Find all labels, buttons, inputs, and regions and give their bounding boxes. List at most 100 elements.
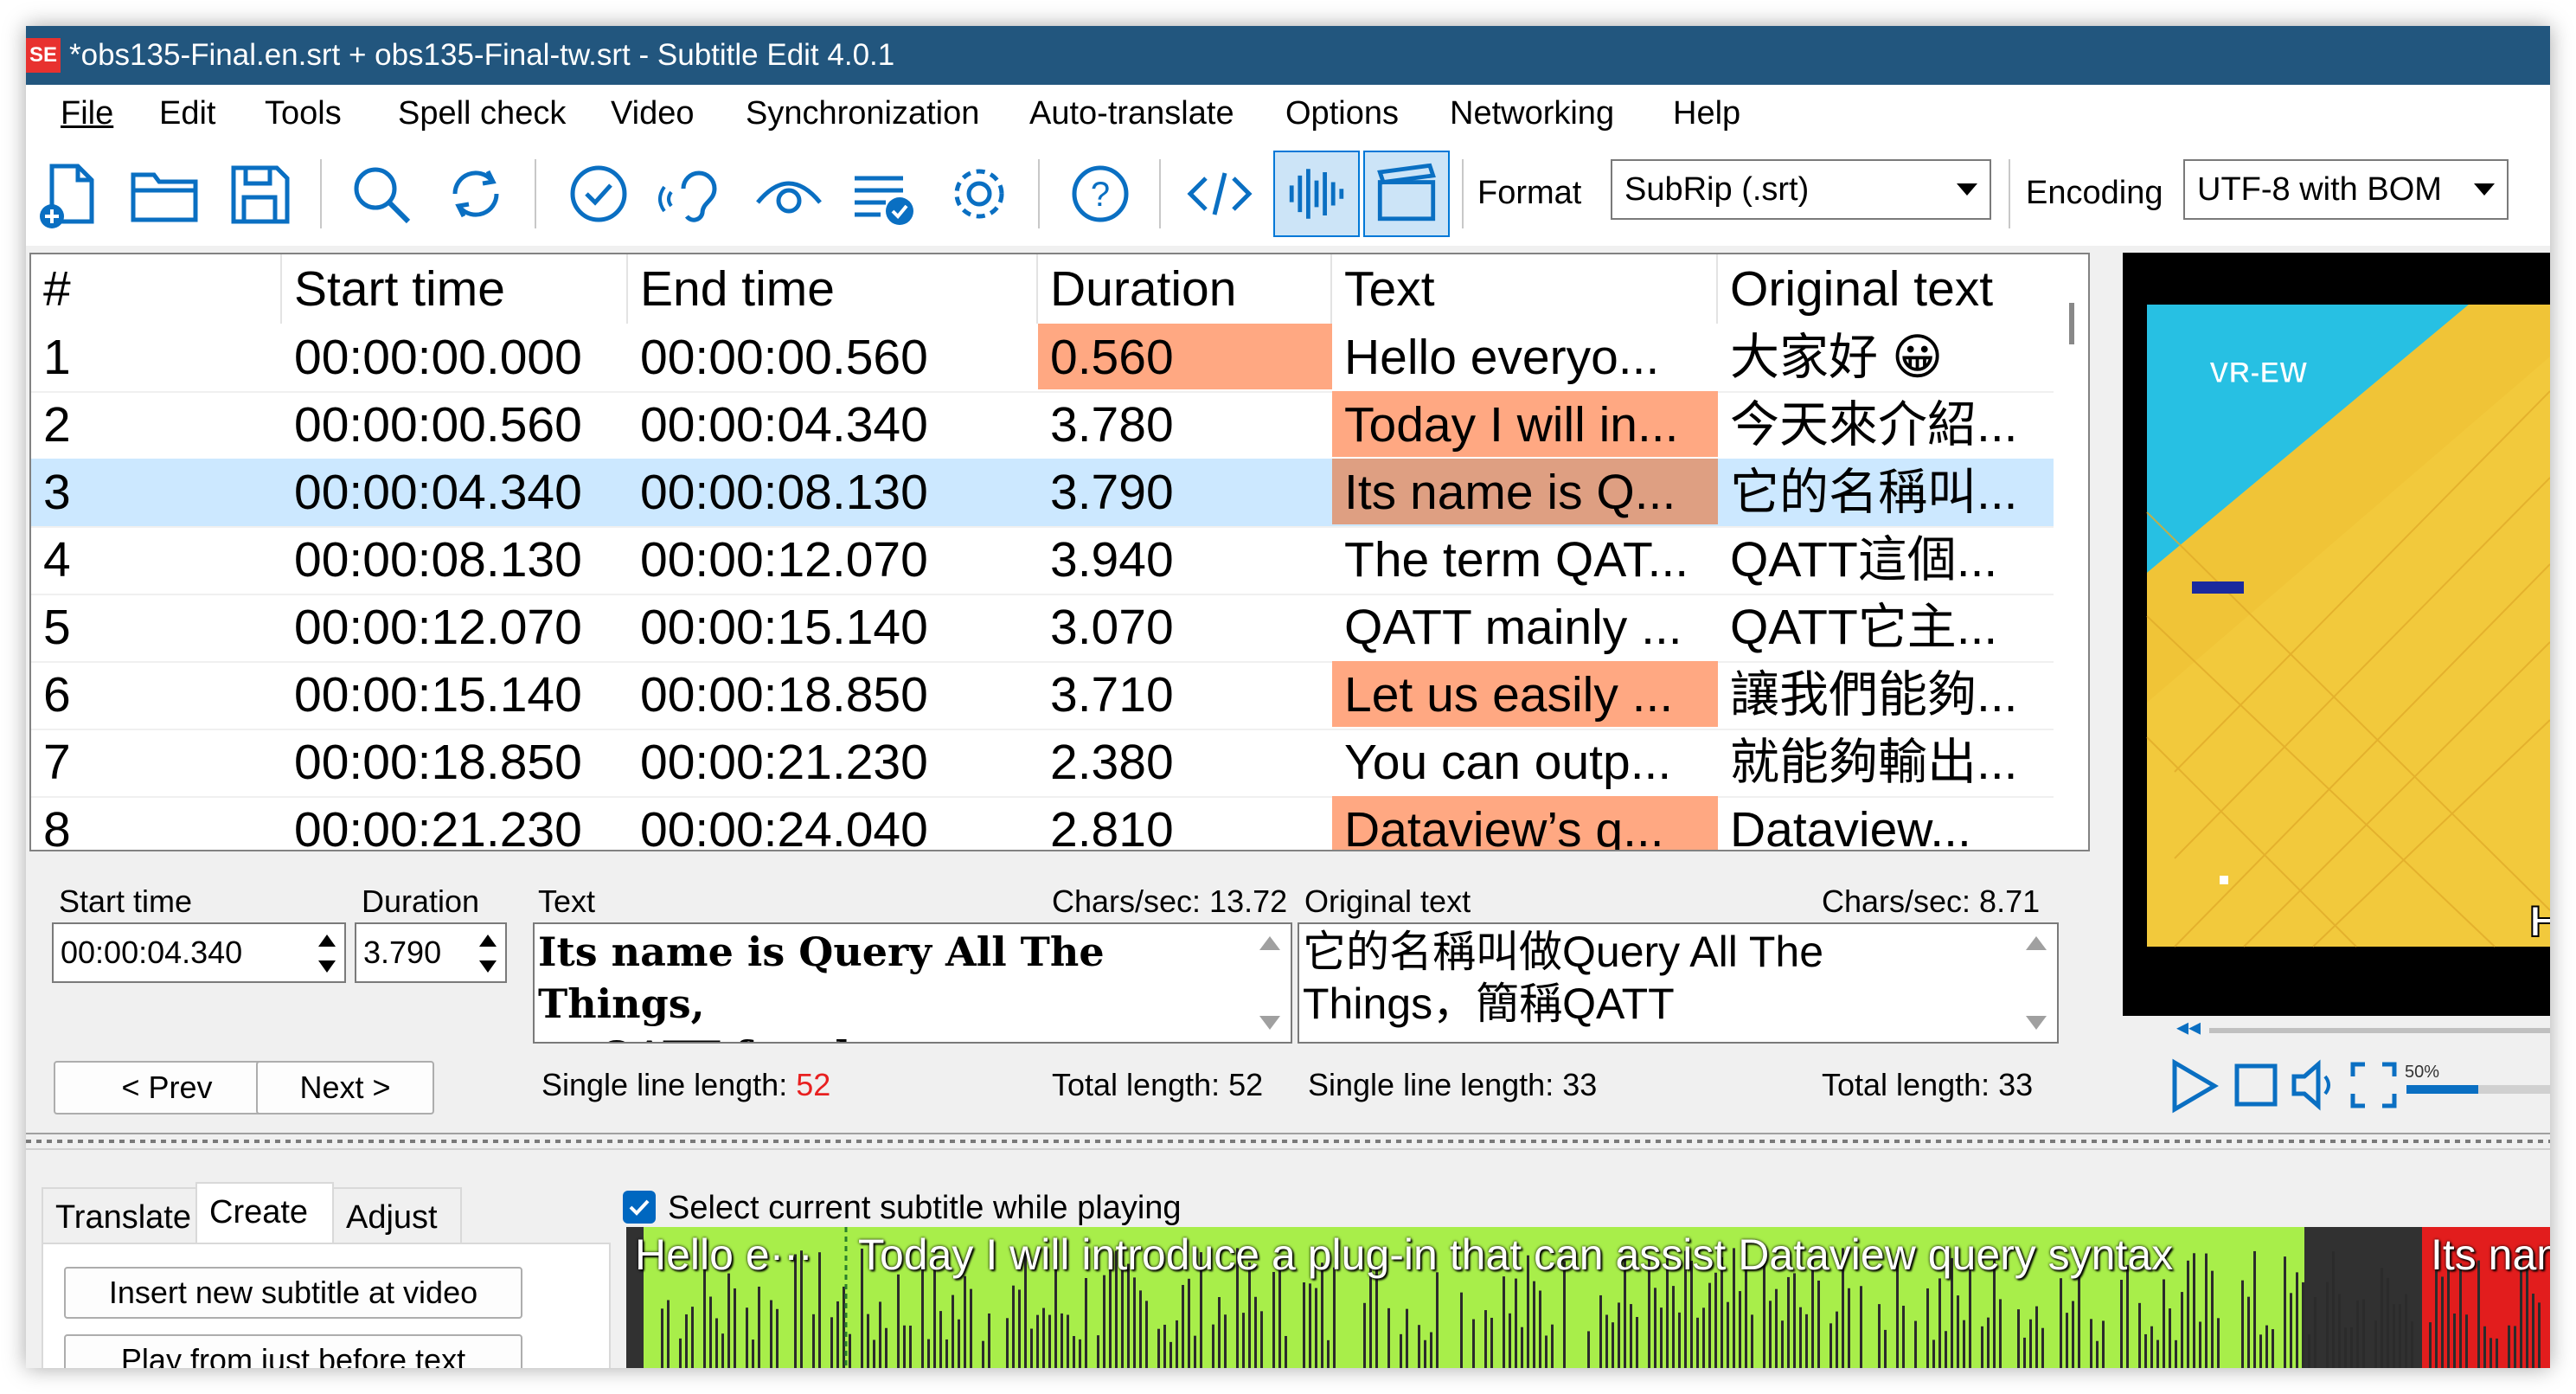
menu-edit[interactable]: Edit [159, 85, 215, 142]
table-row[interactable]: 1 00:00:00.000 00:00:00.560 0.560 Hello … [31, 324, 2055, 393]
save-icon[interactable] [216, 151, 303, 237]
spin-up-icon[interactable] [318, 935, 336, 947]
waveform-spike [879, 1301, 881, 1368]
waveform-spike [1654, 1288, 1656, 1368]
video-seek-bar[interactable] [2209, 1028, 2550, 1033]
table-row[interactable]: 2 00:00:00.560 00:00:04.340 3.780 Today … [31, 391, 2055, 460]
visual-sync-icon[interactable] [746, 151, 832, 237]
new-file-icon[interactable] [26, 151, 112, 237]
cell-end-time: 00:00:08.130 [640, 465, 928, 520]
insert-new-subtitle-button[interactable]: Insert new subtitle at video [64, 1267, 522, 1319]
scroll-up-icon[interactable] [2026, 936, 2047, 950]
waveform-spike [1006, 1318, 1009, 1368]
table-row[interactable]: 4 00:00:08.130 00:00:12.070 3.940 The te… [31, 526, 2055, 595]
search-icon[interactable] [337, 151, 424, 237]
tab-adjust[interactable]: Adjust [332, 1187, 462, 1244]
fix-errors-icon[interactable] [841, 151, 927, 237]
table-row-selected[interactable]: 3 00:00:04.340 00:00:08.130 3.790 Its na… [31, 459, 2055, 528]
waveform-spike [1315, 1288, 1317, 1368]
stop-icon[interactable] [2232, 1061, 2280, 1109]
original-text-editor[interactable]: 它的名稱叫做Query All The Things，簡稱QATT [1298, 922, 2059, 1044]
spin-up-icon[interactable] [479, 935, 497, 947]
scroll-up-icon[interactable] [1259, 936, 1280, 950]
select-while-playing-checkbox[interactable] [623, 1191, 656, 1224]
waveform-spike [721, 1333, 724, 1368]
menu-help[interactable]: Help [1673, 85, 1740, 142]
table-row[interactable]: 6 00:00:15.140 00:00:18.850 3.710 Let us… [31, 661, 2055, 730]
spell-check-icon[interactable] [555, 151, 642, 237]
spin-down-icon[interactable] [318, 960, 336, 973]
waveform-spike [2356, 1301, 2359, 1368]
audio-waveform[interactable]: Hello e··· Today I will introduce a plug… [626, 1227, 2550, 1368]
video-frame[interactable]: VR-EW H [2123, 253, 2550, 1016]
create-tab-panel: Insert new subtitle at video Play from j… [42, 1243, 611, 1368]
column-duration[interactable]: Duration [1038, 254, 1332, 324]
start-time-input[interactable]: 00:00:04.340 [52, 922, 346, 983]
column-start-time[interactable]: Start time [282, 254, 628, 324]
scrollbar-thumb[interactable] [2069, 303, 2074, 344]
menu-auto-translate[interactable]: Auto-translate [1029, 85, 1234, 142]
waveform-spike [873, 1339, 875, 1368]
text-editor[interactable]: Its name is Query All The Things, or QAT… [533, 922, 1292, 1044]
grid-scrollbar[interactable] [2054, 254, 2088, 850]
waveform-spike [2387, 1277, 2389, 1368]
video-icon[interactable] [1363, 151, 1450, 237]
panel-splitter[interactable] [26, 1133, 2550, 1150]
waveform-spike [2405, 1294, 2407, 1368]
tab-create[interactable]: Create [195, 1182, 334, 1244]
listen-icon[interactable] [650, 151, 737, 237]
waveform-spike [2096, 1340, 2099, 1368]
volume-slider[interactable] [2406, 1085, 2550, 1094]
cell-number: 2 [43, 397, 71, 453]
menu-options[interactable]: Options [1285, 85, 1399, 142]
subtitle-grid[interactable]: # Start time End time Duration Text Orig… [29, 253, 2090, 851]
waveform-spike [1599, 1294, 1602, 1368]
next-button[interactable]: Next > [256, 1061, 434, 1115]
table-row[interactable]: 5 00:00:12.070 00:00:15.140 3.070 QATT m… [31, 594, 2055, 663]
tab-translate[interactable]: Translate [42, 1187, 197, 1244]
waveform-icon[interactable] [1273, 151, 1360, 237]
waveform-spike [945, 1339, 948, 1368]
settings-icon[interactable] [936, 151, 1022, 237]
waveform-spike [2175, 1339, 2177, 1368]
column-text[interactable]: Text [1332, 254, 1718, 324]
play-from-before-text-button[interactable]: Play from just before text [64, 1334, 522, 1368]
menu-spell-check[interactable]: Spell check [398, 85, 566, 142]
cell-end-time: 00:00:24.040 [640, 802, 928, 851]
fullscreen-icon[interactable] [2349, 1061, 2398, 1109]
scroll-down-icon[interactable] [1259, 1016, 1280, 1030]
menu-file[interactable]: File [61, 85, 113, 142]
waveform-spike [2187, 1260, 2189, 1368]
source-view-icon[interactable] [1176, 151, 1263, 237]
waveform-spike [2344, 1327, 2347, 1368]
replace-icon[interactable] [433, 151, 519, 237]
toolbar: ? Format SubRip (.srt) Encoding UTF-8 wi… [26, 142, 2550, 246]
spin-down-icon[interactable] [479, 960, 497, 973]
waveform-spike [952, 1294, 954, 1368]
table-row[interactable]: 8 00:00:21.230 00:00:24.040 2.810 Datavi… [31, 796, 2055, 851]
waveform-spike [1938, 1278, 1941, 1368]
duration-input[interactable]: 3.790 [355, 922, 507, 983]
help-icon[interactable]: ? [1057, 151, 1144, 237]
rewind-icon[interactable]: ◂◂ [2176, 1012, 2202, 1040]
menu-synchronization[interactable]: Synchronization [746, 85, 979, 142]
scroll-down-icon[interactable] [2026, 1016, 2047, 1030]
cell-duration: 3.710 [1050, 667, 1174, 723]
encoding-dropdown[interactable]: UTF-8 with BOM [2183, 159, 2509, 220]
table-row[interactable]: 7 00:00:18.850 00:00:21.230 2.380 You ca… [31, 729, 2055, 798]
column-original-text[interactable]: Original text [1718, 254, 2055, 324]
waveform-spike [1775, 1288, 1778, 1368]
column-number[interactable]: # [31, 254, 282, 324]
cell-text: The term QAT... [1344, 532, 1689, 588]
volume-icon[interactable] [2289, 1057, 2341, 1113]
open-folder-icon[interactable] [121, 151, 208, 237]
cell-end-time: 00:00:18.850 [640, 667, 928, 723]
prev-button[interactable]: < Prev [54, 1061, 280, 1115]
menu-video[interactable]: Video [611, 85, 695, 142]
menu-networking[interactable]: Networking [1450, 85, 1614, 142]
play-icon[interactable] [2163, 1056, 2223, 1116]
waveform-spike [2411, 1321, 2413, 1368]
format-dropdown[interactable]: SubRip (.srt) [1611, 159, 1991, 220]
menu-tools[interactable]: Tools [265, 85, 342, 142]
column-end-time[interactable]: End time [628, 254, 1038, 324]
